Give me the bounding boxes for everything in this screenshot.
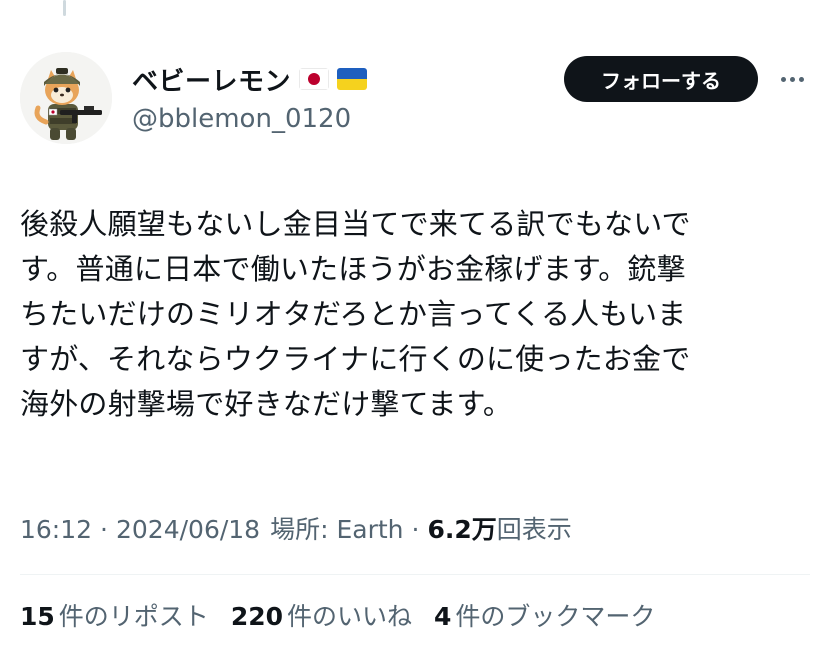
divider: [20, 574, 810, 575]
views-count[interactable]: 6.2万: [427, 510, 496, 546]
tweet-meta: 16:12 · 2024/06/18 場所: Earth · 6.2万 回表示: [20, 510, 810, 546]
meta-separator: ·: [411, 515, 420, 544]
likes-stat[interactable]: 220 件のいいね: [231, 597, 412, 633]
user-name-row: ベビーレモン: [132, 61, 368, 98]
bookmarks-label: 件のブックマーク: [455, 602, 656, 631]
views-label: 回表示: [496, 515, 572, 544]
follow-button[interactable]: フォローする: [564, 56, 758, 102]
thread-connector-line: [63, 0, 66, 16]
tweet-location: 場所: Earth: [270, 515, 404, 544]
bookmarks-count: 4: [434, 602, 452, 631]
user-handle[interactable]: @bblemon_0120: [132, 104, 351, 134]
engagement-stats: 15 件のリポスト 220 件のいいね 4 件のブックマーク: [20, 597, 655, 633]
tweet-text: 後殺人願望もないし金目当てで来てる訳でもないで す。普通に日本で働いたほうがお金…: [20, 207, 691, 421]
likes-count: 220: [230, 602, 283, 631]
reposts-count: 15: [20, 602, 55, 631]
japan-flag-icon: [299, 68, 330, 90]
bookmarks-stat[interactable]: 4 件のブックマーク: [434, 597, 655, 633]
meta-separator: ·: [100, 515, 108, 544]
tweet-date[interactable]: 2024/06/18: [116, 515, 260, 544]
avatar-image: [20, 52, 112, 144]
more-options-icon[interactable]: [774, 64, 810, 94]
ukraine-flag-icon: [337, 68, 368, 90]
likes-label: 件のいいね: [287, 602, 413, 631]
tweet-time[interactable]: 16:12: [20, 515, 92, 544]
reposts-label: 件のリポスト: [58, 602, 209, 631]
reposts-stat[interactable]: 15 件のリポスト: [20, 597, 209, 633]
display-name[interactable]: ベビーレモン: [132, 61, 291, 98]
avatar[interactable]: [20, 52, 112, 144]
